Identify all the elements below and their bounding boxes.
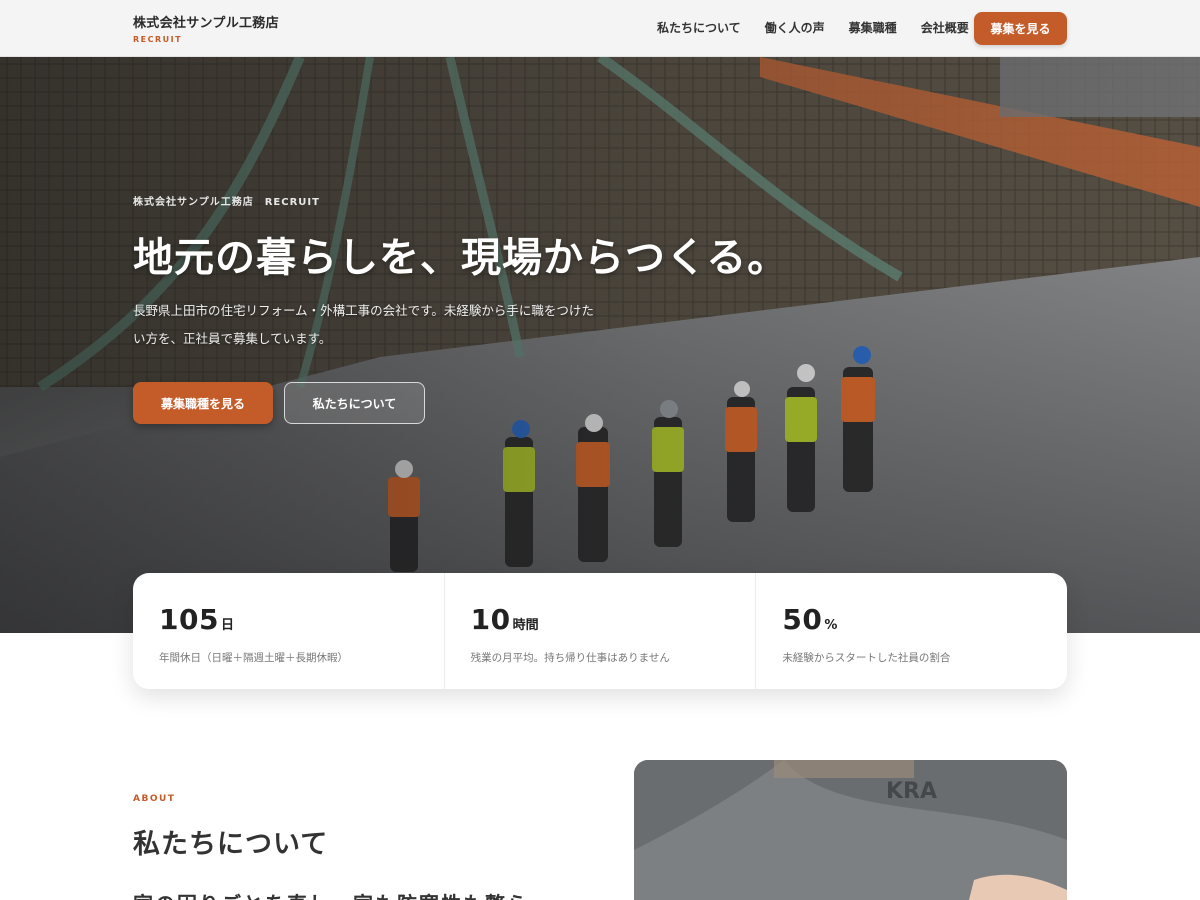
stat-description: 残業の月平均。持ち帰り仕事はありません [470,652,670,664]
hero-kicker: 株式会社サンプル工務店 RECRUIT [133,197,320,208]
stat-value: 10 時間 [471,603,730,636]
about-kicker: ABOUT [133,794,176,804]
about-title: 私たちについて [133,829,329,860]
stat-overtime: 10 時間 残業の月平均。持ち帰り仕事はありません [445,573,757,689]
nav-link-about[interactable]: 私たちについて [657,19,741,36]
stat-value: 50 % [782,603,1041,636]
about-lead: 家の困りごとを直し、家も防寒性も整ら [133,888,529,900]
main-nav: 私たちについて 働く人の声 募集職種 会社概要 [657,19,993,36]
header-cta-button[interactable]: 募集を見る [974,12,1067,45]
about-us-button[interactable]: 私たちについて [284,382,425,424]
stat-inexperienced: 50 % 未経験からスタートした社員の割合 [756,573,1067,689]
stat-description: 年間休日（日曜＋隔週土曜＋長期休暇） [159,652,348,664]
stat-description: 未経験からスタートした社員の割合 [782,652,951,664]
nav-link-voices[interactable]: 働く人の声 [765,19,825,36]
stat-value: 105 日 [159,603,418,636]
view-positions-button[interactable]: 募集職種を見る [133,382,273,424]
stats-card: 105 日 年間休日（日曜＋隔週土曜＋長期休暇） 10 時間 残業の月平均。持ち… [133,573,1067,689]
stat-unit: % [824,618,838,633]
site-header: 株式会社サンプル工務店 RECRUIT 私たちについて 働く人の声 募集職種 会… [0,0,1200,57]
stat-number: 105 [159,603,219,636]
worker-photo-art: KRA [634,760,1067,900]
stat-unit: 日 [220,618,234,633]
company-name: 株式会社サンプル工務店 [133,16,279,31]
hero-section: 株式会社サンプル工務店 RECRUIT 地元の暮らしを、現場からつくる。 長野県… [0,57,1200,633]
nav-link-company[interactable]: 会社概要 [921,19,969,36]
worker-photo: KRA [634,760,1067,900]
stat-unit: 時間 [512,618,539,633]
hero-lead: 長野県上田市の住宅リフォーム・外構工事の会社です。未経験から手に職をつけたい方を… [133,303,594,346]
stat-number: 10 [470,603,511,636]
hero-title: 地元の暮らしを、現場からつくる。 [133,235,789,281]
nav-link-positions[interactable]: 募集職種 [849,19,897,36]
stat-holidays: 105 日 年間休日（日曜＋隔週土曜＋長期休暇） [133,573,445,689]
svg-text:KRA: KRA [886,779,937,804]
stat-number: 50 [782,603,823,636]
brand-subtitle: RECRUIT [133,35,183,44]
brand-logo[interactable]: 株式会社サンプル工務店 RECRUIT [133,12,279,44]
